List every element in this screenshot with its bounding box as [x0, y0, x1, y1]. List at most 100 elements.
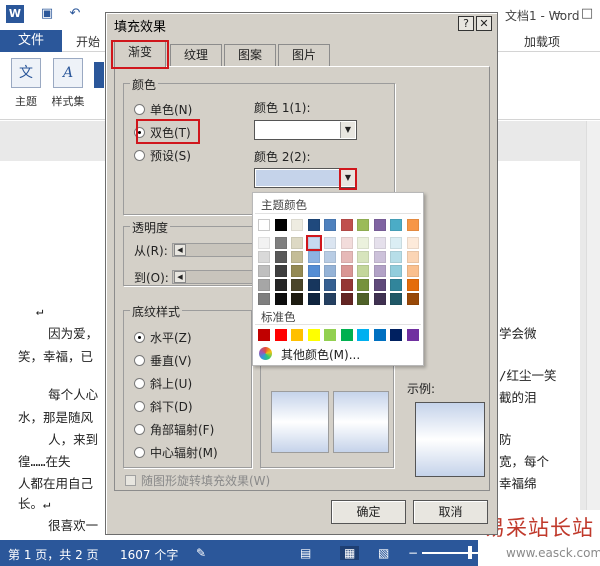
word-count[interactable]: 1607 个字: [120, 546, 178, 563]
theme-color-swatch[interactable]: [340, 237, 353, 249]
vertical-scrollbar[interactable]: [586, 121, 600, 540]
variant-swatch[interactable]: [271, 391, 329, 453]
tab-pattern[interactable]: 图案: [224, 44, 276, 67]
theme-color-swatch[interactable]: [357, 279, 369, 291]
maximize-icon[interactable]: □: [576, 5, 598, 23]
theme-color-swatch[interactable]: [291, 293, 303, 305]
style-set-button[interactable]: A 样式集: [48, 58, 88, 109]
theme-button[interactable]: 文 主题: [6, 58, 46, 109]
theme-color-swatch[interactable]: [307, 265, 320, 277]
standard-color-swatch[interactable]: [274, 329, 287, 341]
theme-color-swatch[interactable]: [258, 237, 270, 249]
theme-color-swatch[interactable]: [373, 293, 386, 305]
tab-picture[interactable]: 图片: [278, 44, 330, 67]
theme-color-swatch[interactable]: [373, 219, 386, 231]
theme-color-swatch[interactable]: [390, 237, 402, 249]
proofing-icon[interactable]: ✎: [196, 546, 206, 560]
theme-color-swatch[interactable]: [357, 293, 369, 305]
ok-button[interactable]: 确定: [331, 500, 406, 524]
standard-color-swatch[interactable]: [390, 329, 402, 341]
web-layout-icon[interactable]: ▧: [378, 546, 389, 560]
theme-color-swatch[interactable]: [307, 293, 320, 305]
theme-color-swatch[interactable]: [258, 265, 270, 277]
theme-color-swatch[interactable]: [390, 265, 402, 277]
theme-color-swatch[interactable]: [406, 251, 419, 263]
print-layout-icon[interactable]: ▦: [340, 546, 360, 560]
theme-color-swatch[interactable]: [307, 251, 320, 263]
theme-color-swatch[interactable]: [390, 279, 402, 291]
save-icon[interactable]: ▣: [38, 5, 56, 23]
help-button[interactable]: ?: [458, 16, 474, 31]
theme-color-swatch[interactable]: [274, 293, 287, 305]
theme-color-swatch[interactable]: [357, 265, 369, 277]
theme-color-swatch[interactable]: [406, 293, 419, 305]
standard-color-swatch[interactable]: [340, 329, 353, 341]
tab-texture[interactable]: 纹理: [170, 44, 222, 67]
theme-color-swatch[interactable]: [258, 219, 270, 231]
theme-color-swatch[interactable]: [340, 251, 353, 263]
theme-color-swatch[interactable]: [258, 251, 270, 263]
theme-color-swatch[interactable]: [340, 293, 353, 305]
theme-color-swatch[interactable]: [373, 279, 386, 291]
theme-color-swatch[interactable]: [274, 265, 287, 277]
theme-color-swatch[interactable]: [340, 219, 353, 231]
theme-color-swatch[interactable]: [373, 251, 386, 263]
theme-color-swatch[interactable]: [274, 279, 287, 291]
slider-left-arrow-icon[interactable]: ◀: [174, 271, 186, 283]
theme-color-swatch[interactable]: [324, 293, 336, 305]
theme-color-swatch[interactable]: [324, 251, 336, 263]
theme-color-swatch[interactable]: [390, 219, 402, 231]
theme-color-swatch[interactable]: [305, 235, 322, 251]
tab-addins[interactable]: 加载项: [524, 33, 560, 50]
zoom-out-icon[interactable]: −: [408, 546, 418, 560]
theme-color-swatch[interactable]: [373, 237, 386, 249]
theme-color-swatch[interactable]: [274, 237, 287, 249]
theme-color-swatch[interactable]: [258, 279, 270, 291]
standard-color-swatch[interactable]: [357, 329, 369, 341]
theme-color-swatch[interactable]: [324, 219, 336, 231]
theme-color-swatch[interactable]: [357, 251, 369, 263]
theme-color-swatch[interactable]: [324, 265, 336, 277]
slider-left-arrow-icon[interactable]: ◀: [174, 244, 186, 256]
theme-color-swatch[interactable]: [307, 219, 320, 231]
close-button[interactable]: ✕: [476, 16, 492, 31]
theme-color-swatch[interactable]: [340, 265, 353, 277]
read-mode-icon[interactable]: ▤: [300, 546, 311, 560]
standard-color-swatch[interactable]: [406, 329, 419, 341]
theme-color-swatch[interactable]: [291, 237, 303, 249]
tab-home[interactable]: 开始: [76, 33, 100, 50]
theme-color-swatch[interactable]: [274, 219, 287, 231]
zoom-slider[interactable]: [422, 552, 482, 554]
undo-icon[interactable]: ↶: [66, 5, 84, 23]
theme-color-swatch[interactable]: [357, 219, 369, 231]
theme-color-swatch[interactable]: [307, 279, 320, 291]
theme-color-swatch[interactable]: [258, 293, 270, 305]
color1-dropdown[interactable]: ▼: [254, 120, 357, 140]
theme-color-swatch[interactable]: [406, 279, 419, 291]
theme-color-swatch[interactable]: [406, 237, 419, 249]
theme-color-swatch[interactable]: [390, 251, 402, 263]
theme-color-swatch[interactable]: [291, 219, 303, 231]
standard-color-swatch[interactable]: [373, 329, 386, 341]
theme-color-swatch[interactable]: [373, 265, 386, 277]
variant-swatch[interactable]: [333, 391, 389, 453]
standard-color-swatch[interactable]: [291, 329, 303, 341]
theme-color-swatch[interactable]: [390, 293, 402, 305]
zoom-slider-thumb[interactable]: [468, 546, 472, 559]
theme-color-swatch[interactable]: [274, 251, 287, 263]
theme-color-swatch[interactable]: [357, 237, 369, 249]
standard-color-swatch[interactable]: [307, 329, 320, 341]
theme-color-swatch[interactable]: [291, 279, 303, 291]
theme-color-swatch[interactable]: [406, 265, 419, 277]
theme-color-swatch[interactable]: [291, 265, 303, 277]
theme-color-swatch[interactable]: [324, 279, 336, 291]
standard-color-swatch[interactable]: [258, 329, 270, 341]
theme-color-swatch[interactable]: [406, 219, 419, 231]
standard-color-swatch[interactable]: [324, 329, 336, 341]
tab-file[interactable]: 文件: [0, 30, 62, 52]
theme-color-swatch[interactable]: [324, 237, 336, 249]
minimize-icon[interactable]: —: [548, 5, 570, 23]
theme-color-swatch[interactable]: [340, 279, 353, 291]
cancel-button[interactable]: 取消: [413, 500, 488, 524]
theme-color-swatch[interactable]: [291, 251, 303, 263]
